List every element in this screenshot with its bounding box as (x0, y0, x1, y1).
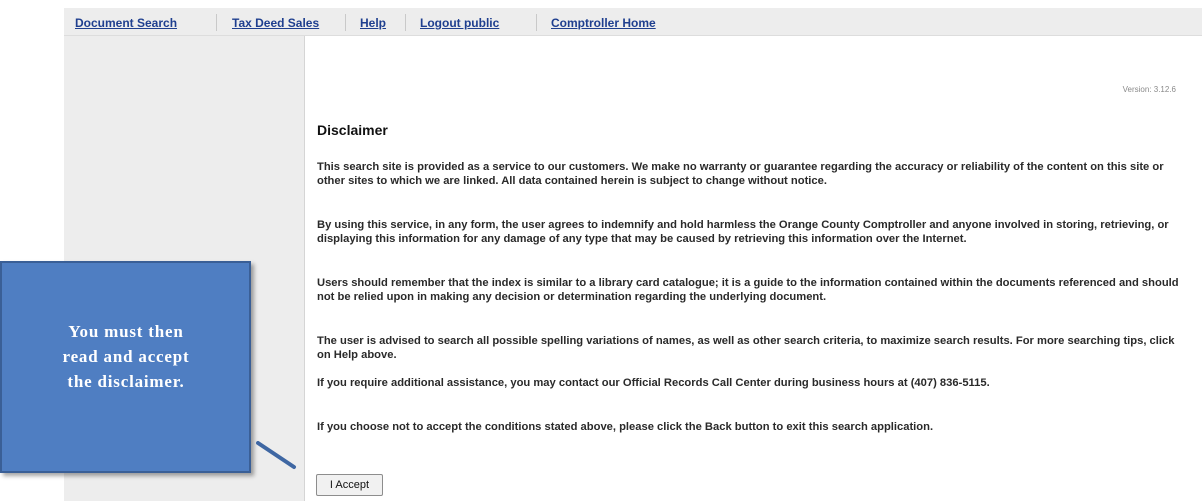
nav-link-help[interactable]: Help (360, 16, 386, 30)
callout-pointer-arrow (256, 441, 296, 469)
nav-link-logout[interactable]: Logout public (420, 16, 499, 30)
annotation-callout-text: You must then read and accept the discla… (10, 319, 242, 394)
nav-separator (216, 14, 217, 31)
annotation-callout-box: You must then read and accept the discla… (0, 261, 251, 473)
disclaimer-paragraph-3: Users should remember that the index is … (317, 277, 1179, 303)
nav-separator (345, 14, 346, 31)
nav-link-comptroller-home[interactable]: Comptroller Home (551, 16, 656, 30)
disclaimer-paragraph-2: By using this service, in any form, the … (317, 219, 1169, 245)
content-divider (304, 36, 305, 501)
accept-button[interactable]: I Accept (316, 474, 383, 496)
top-navigation-bar: Document Search Tax Deed Sales Help Logo… (64, 8, 1202, 36)
disclaimer-paragraph-4: The user is advised to search all possib… (317, 335, 1175, 361)
nav-separator (536, 14, 537, 31)
disclaimer-paragraph-1: This search site is provided as a servic… (317, 161, 1164, 187)
callout-line-2: read and accept (62, 347, 190, 366)
disclaimer-paragraph-6: If you choose not to accept the conditio… (317, 421, 934, 433)
disclaimer-title: Disclaimer (317, 122, 388, 138)
nav-link-tax-deed-sales[interactable]: Tax Deed Sales (232, 16, 319, 30)
callout-line-1: You must then (68, 322, 184, 341)
nav-link-document-search[interactable]: Document Search (75, 16, 177, 30)
version-label: Version: 3.12.6 (1122, 85, 1176, 94)
callout-line-3: the disclaimer. (67, 372, 185, 391)
nav-separator (405, 14, 406, 31)
disclaimer-paragraph-5: If you require additional assistance, yo… (317, 377, 990, 389)
